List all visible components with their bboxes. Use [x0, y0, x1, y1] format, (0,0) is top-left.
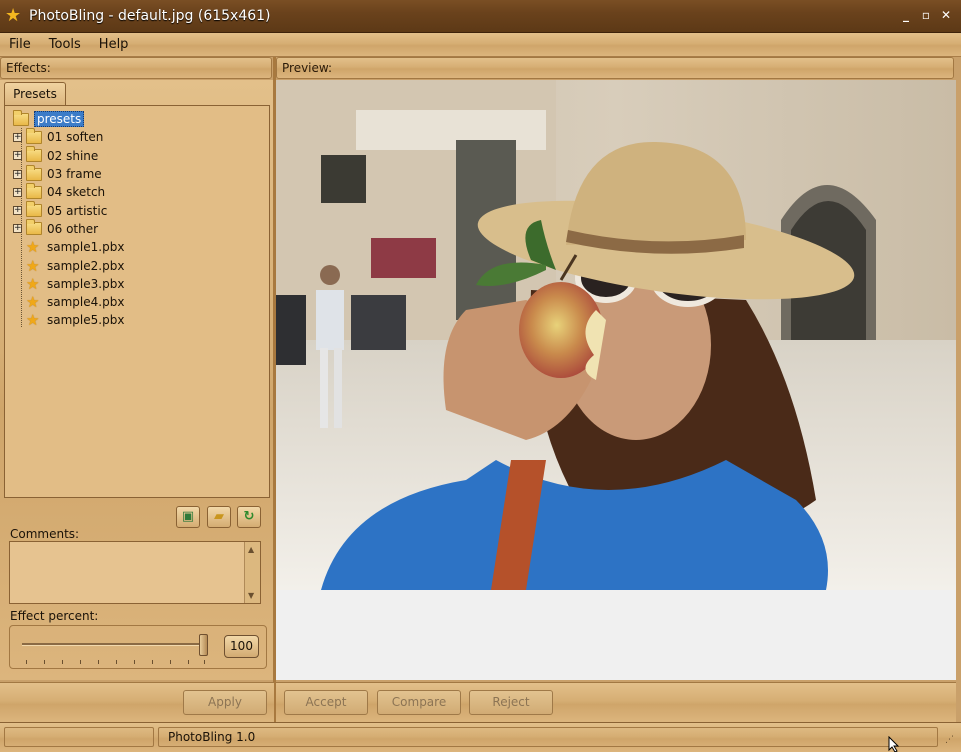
effect-percent-control: 100 [9, 625, 267, 669]
folder-open-icon [13, 109, 29, 126]
open-folder-button[interactable]: ▰ [207, 506, 231, 528]
preview-header: Preview: [276, 57, 954, 79]
title-bar: ★ PhotoBling - default.jpg (615x461) _ ▫… [0, 0, 961, 33]
tree-file[interactable]: ★ sample1.pbx [11, 238, 269, 256]
star-icon: ★ [26, 256, 40, 275]
mouse-cursor-icon [888, 736, 900, 752]
tree-file[interactable]: ★ sample4.pbx [11, 293, 269, 311]
tree-folder-label: 03 frame [47, 167, 102, 182]
refresh-icon: ↻ [243, 509, 255, 524]
folder-icon [26, 164, 42, 181]
tree-file-label: sample2.pbx [47, 258, 125, 273]
app-star-icon: ★ [5, 5, 22, 26]
scroll-down-icon[interactable]: ▼ [248, 591, 254, 600]
apply-button[interactable]: Apply [183, 690, 267, 715]
new-preset-icon: ▣ [181, 509, 195, 524]
tree-file-label: sample1.pbx [47, 240, 125, 255]
folder-icon [26, 219, 42, 236]
slider-track[interactable] [22, 643, 208, 646]
comments-scrollbar[interactable]: ▲ ▼ [244, 542, 260, 603]
star-icon: ★ [26, 238, 40, 257]
status-text: PhotoBling 1.0 [158, 727, 938, 747]
expand-icon[interactable]: + [13, 206, 22, 216]
comments-textarea[interactable]: ▲ ▼ [9, 541, 261, 604]
folder-icon [26, 182, 42, 199]
slider-thumb[interactable] [199, 634, 208, 656]
resize-grip-icon[interactable]: ⋰ [945, 735, 957, 747]
tree-folder-label: 06 other [47, 221, 99, 236]
scroll-up-icon[interactable]: ▲ [248, 545, 254, 554]
effects-header: Effects: [0, 57, 272, 79]
tree-folder[interactable]: + 02 shine [11, 146, 269, 165]
tree-file[interactable]: ★ sample3.pbx [11, 275, 269, 293]
compare-button[interactable]: Compare [377, 690, 461, 715]
reject-button[interactable]: Reject [469, 690, 553, 715]
effect-percent-value[interactable]: 100 [224, 635, 259, 658]
accept-button[interactable]: Accept [284, 690, 368, 715]
folder-icon [26, 201, 42, 218]
minimize-icon[interactable]: _ [899, 8, 913, 22]
star-icon: ★ [26, 293, 40, 312]
tree-file[interactable]: ★ sample5.pbx [11, 311, 269, 329]
tree-file-label: sample3.pbx [47, 276, 125, 291]
star-icon: ★ [26, 274, 40, 293]
expand-icon[interactable]: + [13, 151, 22, 161]
preview-actions-bar: Accept Compare Reject [276, 682, 956, 722]
expand-icon[interactable]: + [13, 224, 22, 234]
star-icon: ★ [26, 311, 40, 330]
folder-icon [26, 127, 42, 144]
menu-help[interactable]: Help [90, 37, 138, 52]
tree-folder-label: 01 soften [47, 130, 104, 145]
tab-presets[interactable]: Presets [4, 82, 66, 105]
expand-icon[interactable]: + [13, 132, 22, 142]
tree-root[interactable]: presets [11, 109, 269, 128]
tree-folder-label: 05 artistic [47, 203, 108, 218]
preview-photo [276, 80, 956, 590]
window-title: PhotoBling - default.jpg (615x461) [29, 8, 271, 24]
status-bar: PhotoBling 1.0 ⋰ [0, 722, 961, 752]
preview-area [276, 80, 956, 680]
open-folder-icon: ▰ [214, 509, 224, 524]
tree-file[interactable]: ★ sample2.pbx [11, 256, 269, 274]
comments-label: Comments: [10, 527, 80, 541]
refresh-button[interactable]: ↻ [237, 506, 261, 528]
tree-folder[interactable]: + 01 soften [11, 127, 269, 146]
menu-tools[interactable]: Tools [40, 37, 90, 52]
tree-folder[interactable]: + 03 frame [11, 164, 269, 183]
new-preset-button[interactable]: ▣ [176, 506, 200, 528]
maximize-icon[interactable]: ▫ [919, 8, 933, 22]
expand-icon[interactable]: + [13, 169, 22, 179]
close-icon[interactable]: ✕ [939, 8, 953, 22]
tree-file-label: sample5.pbx [47, 313, 125, 328]
effects-panel: Presets presets + 01 soften + 02 shine +… [0, 80, 274, 680]
tree-folder[interactable]: + 04 sketch [11, 182, 269, 201]
tree-folder-label: 04 sketch [47, 185, 106, 200]
tree-folder[interactable]: + 05 artistic [11, 201, 269, 219]
menu-file[interactable]: File [0, 37, 40, 52]
menu-bar: File Tools Help [0, 33, 961, 57]
tree-folder[interactable]: + 06 other [11, 219, 269, 238]
tree-folder-label: 02 shine [47, 148, 99, 163]
effect-percent-label: Effect percent: [10, 609, 99, 623]
tree-root-label: presets [34, 111, 85, 128]
tree-file-label: sample4.pbx [47, 295, 125, 310]
apply-bar: Apply [0, 682, 274, 722]
status-cell [4, 727, 154, 747]
folder-icon [26, 146, 42, 163]
presets-tree[interactable]: presets + 01 soften + 02 shine + 03 fram… [4, 105, 270, 498]
expand-icon[interactable]: + [13, 187, 22, 197]
